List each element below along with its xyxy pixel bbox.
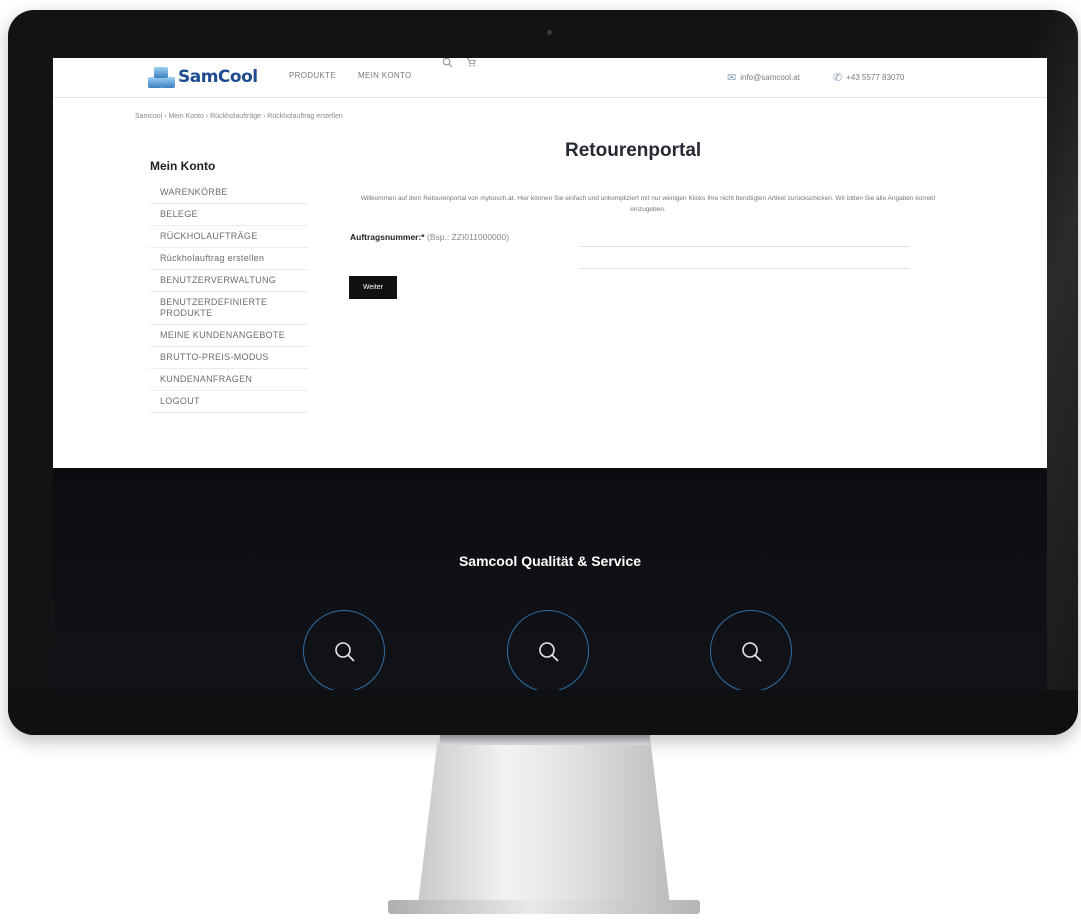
monitor-stand-base <box>388 900 700 914</box>
site-footer: Samcool Qualität & Service <box>53 468 1047 690</box>
page-title: Retourenportal <box>565 140 702 161</box>
sidebar-item-brutto-preis-modus[interactable]: BRUTTO-PREIS-MODUS <box>150 347 308 369</box>
footer-title: Samcool Qualität & Service <box>458 553 642 569</box>
contact-phone-text: +43 5577 83070 <box>846 73 905 82</box>
contact-email[interactable]: ✉ info@samcool.at <box>727 71 800 84</box>
sidebar-item-belege[interactable]: BELEGE <box>150 204 308 226</box>
order-number-example: (Bsp.: ZZI011000000) <box>427 232 510 242</box>
sidebar-item-rueckholauftrag-erstellen[interactable]: Rückholauftrag erstellen <box>150 248 308 270</box>
order-number-label-text: Auftragsnummer:* <box>350 232 425 242</box>
logo-cubes-icon <box>148 65 176 89</box>
breadcrumb[interactable]: Samcool › Mein Konto › Rückholaufträge ›… <box>135 113 343 120</box>
sidebar-item-benutzerverwaltung[interactable]: BENUTZERVERWALTUNG <box>150 270 308 292</box>
sidebar-item-warenkoerbe[interactable]: WARENKÖRBE <box>150 182 308 204</box>
weiter-button[interactable]: Weiter <box>349 276 397 299</box>
monitor-camera <box>547 30 552 35</box>
nav-produkte[interactable]: PRODUKTE <box>289 71 336 80</box>
feature-search-icon-3[interactable] <box>710 610 792 690</box>
site-logo[interactable]: SamCool <box>148 64 258 90</box>
search-icon <box>539 642 559 662</box>
monitor-stand <box>418 735 670 905</box>
sidebar-item-rueckholauftraege[interactable]: RÜCKHOLAUFTRÄGE <box>150 226 308 248</box>
feature-search-icon-1[interactable] <box>303 610 385 690</box>
phone-icon: ✆ <box>833 72 843 84</box>
contact-phone[interactable]: ✆ +43 5577 83070 <box>833 71 904 84</box>
monitor-screen: SamCool PRODUKTE MEIN KONTO ✉ info@samco… <box>53 58 1047 690</box>
envelope-icon: ✉ <box>727 72 737 84</box>
monitor-stand-neck <box>440 735 650 745</box>
sidebar-item-benutzerdefinierte-produkte[interactable]: BENUTZERDEFINIERTE PRODUKTE <box>150 292 308 325</box>
search-icon <box>742 642 762 662</box>
site-header: SamCool PRODUKTE MEIN KONTO ✉ info@samco… <box>53 58 1047 98</box>
feature-search-icon-2[interactable] <box>507 610 589 690</box>
order-number-label: Auftragsnummer:* (Bsp.: ZZI011000000) <box>350 232 509 242</box>
sidebar-menu: WARENKÖRBE BELEGE RÜCKHOLAUFTRÄGE Rückho… <box>150 182 308 413</box>
search-icon <box>335 642 355 662</box>
sidebar-item-kundenangebote[interactable]: MEINE KUNDENANGEBOTE <box>150 325 308 347</box>
contact-email-text: info@samcool.at <box>740 73 800 82</box>
search-icon[interactable] <box>442 58 453 71</box>
intro-text: Willkommen auf dem Retourenportal von my… <box>360 195 936 213</box>
sidebar-item-kundenanfragen[interactable]: KUNDENANFRAGEN <box>150 369 308 391</box>
nav-mein-konto[interactable]: MEIN KONTO <box>358 71 412 80</box>
monitor-chin <box>8 690 1078 735</box>
cart-icon[interactable] <box>466 58 476 70</box>
sidebar-title: Mein Konto <box>150 159 216 173</box>
order-number-input-underline <box>580 268 910 269</box>
sidebar-item-logout[interactable]: LOGOUT <box>150 391 308 413</box>
logo-text: SamCool <box>178 67 258 87</box>
order-number-input[interactable] <box>580 246 910 247</box>
